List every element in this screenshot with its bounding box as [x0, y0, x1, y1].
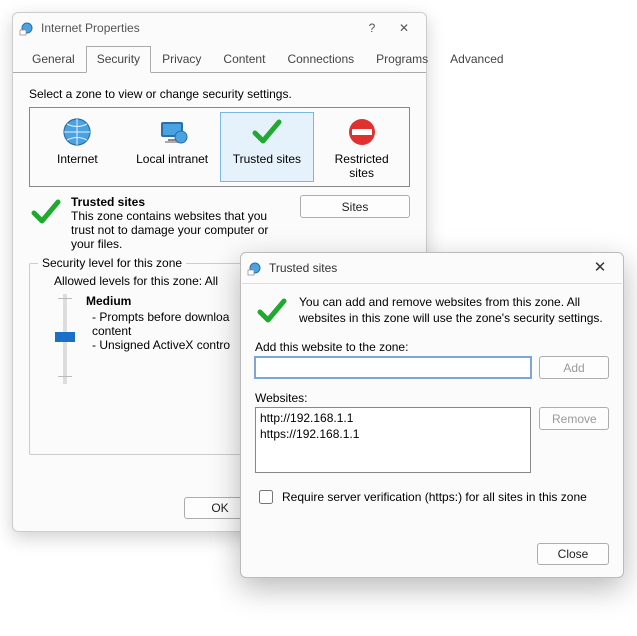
ts-intro: You can add and remove websites from thi… [255, 294, 609, 328]
checkmark-icon [255, 294, 289, 328]
zone-label: Internet [30, 152, 125, 166]
tab-privacy[interactable]: Privacy [151, 46, 212, 73]
websites-row: http://192.168.1.1 https://192.168.1.1 R… [255, 407, 609, 473]
zone-local-intranet[interactable]: Local intranet [125, 112, 220, 182]
intranet-icon [125, 114, 220, 150]
tab-connections[interactable]: Connections [276, 46, 365, 73]
ts-intro-text: You can add and remove websites from thi… [299, 294, 609, 328]
close-button[interactable]: ✕ [388, 17, 420, 39]
zone-label: Restricted [314, 152, 409, 166]
zone-description-text: Trusted sites This zone contains website… [71, 195, 292, 251]
security-level-legend: Security level for this zone [38, 256, 186, 270]
zone-instruction: Select a zone to view or change security… [29, 87, 410, 101]
require-https-row[interactable]: Require server verification (https:) for… [255, 487, 609, 507]
checkmark-icon [220, 114, 315, 150]
ip-titlebar: Internet Properties ? ✕ [13, 13, 426, 43]
restricted-icon [314, 114, 409, 150]
zone-list: Internet Local intranet Trusted sites Re… [29, 107, 410, 187]
slider-description: Medium - Prompts before downloa content … [86, 294, 230, 384]
slider-thumb[interactable] [55, 332, 75, 342]
zone-desc-title: Trusted sites [71, 195, 292, 209]
tabstrip: General Security Privacy Content Connect… [13, 45, 426, 73]
checkmark-icon [29, 195, 63, 251]
sites-button-wrap: Sites [300, 195, 410, 251]
add-website-input[interactable] [255, 357, 531, 378]
zone-internet[interactable]: Internet [30, 112, 125, 182]
globe-icon [30, 114, 125, 150]
tab-content[interactable]: Content [212, 46, 276, 73]
close-button[interactable]: ✕ [583, 256, 617, 280]
add-website-row: Add [255, 356, 609, 379]
tab-general[interactable]: General [21, 46, 86, 73]
level-line: - Prompts before downloa [92, 310, 230, 324]
require-https-checkbox[interactable] [259, 490, 273, 504]
websites-label: Websites: [255, 391, 609, 405]
level-line: - Unsigned ActiveX contro [92, 338, 230, 352]
tab-security[interactable]: Security [86, 46, 151, 73]
tab-advanced[interactable]: Advanced [439, 46, 514, 73]
ts-title: Trusted sites [269, 261, 583, 275]
add-website-label: Add this website to the zone: [255, 340, 609, 354]
trusted-sites-dialog: Trusted sites ✕ You can add and remove w… [240, 252, 624, 578]
require-https-label: Require server verification (https:) for… [282, 490, 587, 504]
zone-trusted-sites[interactable]: Trusted sites [220, 112, 315, 182]
zone-label: Local intranet [125, 152, 220, 166]
internet-options-icon [19, 20, 35, 36]
add-button[interactable]: Add [539, 356, 609, 379]
zone-label2: sites [314, 166, 409, 180]
zone-desc-body: This zone contains websites that you tru… [71, 209, 271, 251]
ip-title: Internet Properties [41, 21, 356, 35]
security-slider[interactable] [54, 294, 76, 384]
ts-footer: Close [537, 543, 609, 565]
remove-button[interactable]: Remove [539, 407, 609, 430]
level-line: content [92, 324, 230, 338]
list-item[interactable]: https://192.168.1.1 [260, 426, 526, 442]
close-dialog-button[interactable]: Close [537, 543, 609, 565]
help-button[interactable]: ? [356, 17, 388, 39]
sites-button[interactable]: Sites [300, 195, 410, 218]
ts-body: You can add and remove websites from thi… [241, 284, 623, 517]
ts-titlebar: Trusted sites ✕ [241, 253, 623, 283]
level-name: Medium [86, 294, 230, 308]
internet-options-icon [247, 260, 263, 276]
zone-restricted-sites[interactable]: Restricted sites [314, 112, 409, 182]
websites-list[interactable]: http://192.168.1.1 https://192.168.1.1 [255, 407, 531, 473]
zone-description-row: Trusted sites This zone contains website… [29, 195, 410, 251]
tab-programs[interactable]: Programs [365, 46, 439, 73]
list-item[interactable]: http://192.168.1.1 [260, 410, 526, 426]
zone-label: Trusted sites [220, 152, 315, 166]
